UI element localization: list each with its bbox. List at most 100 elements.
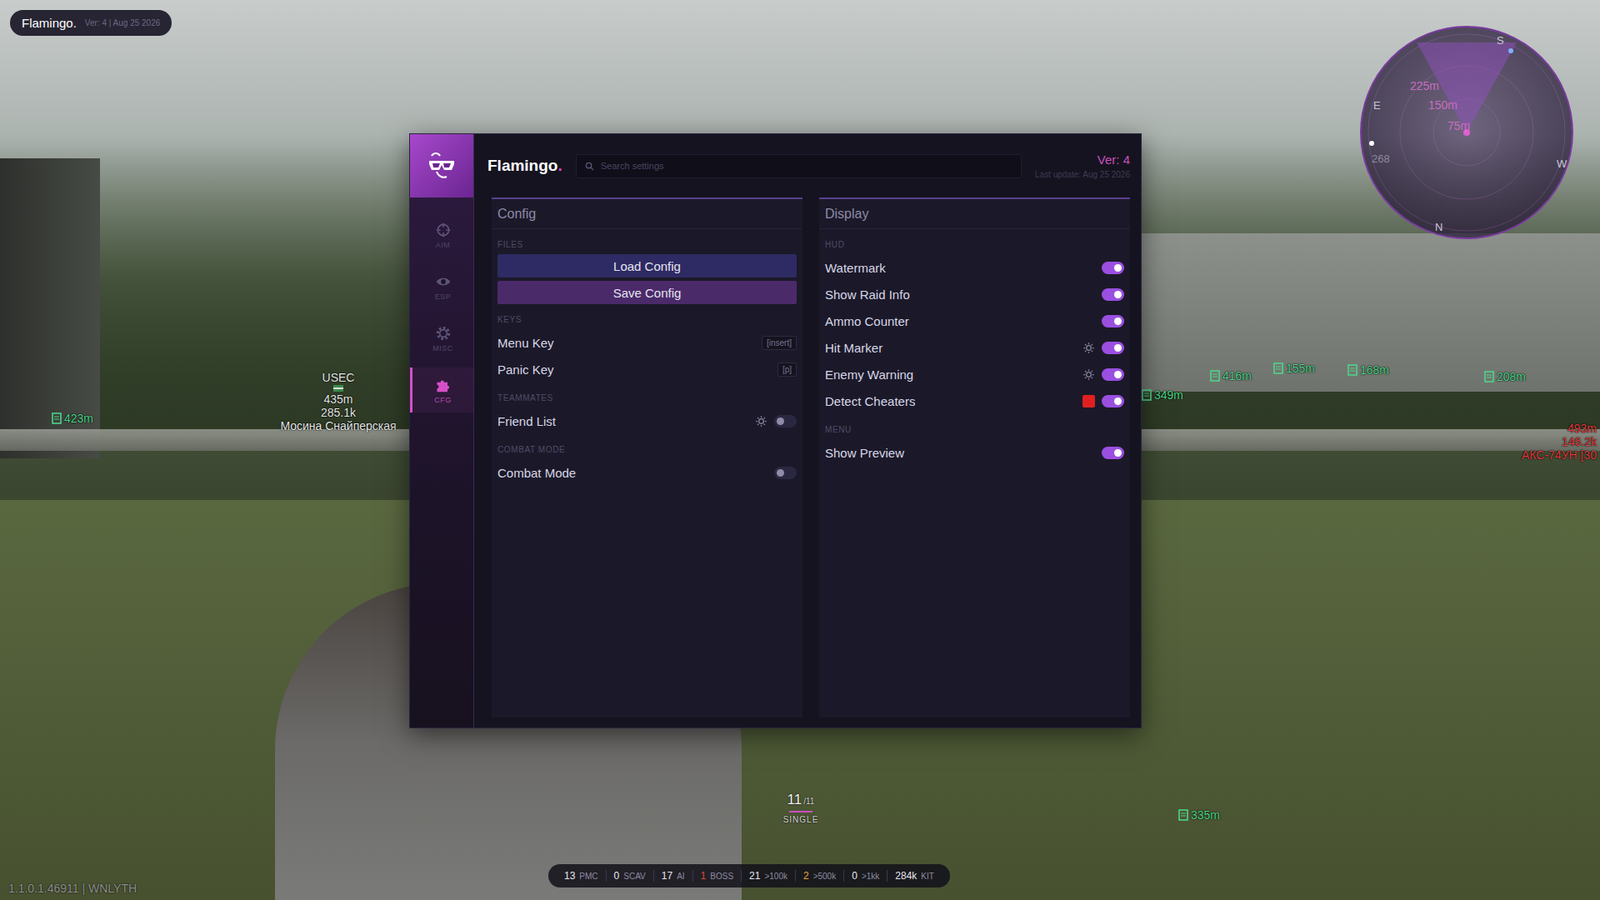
sidebar-label: CFG: [434, 395, 452, 405]
sidebar-label: AIM: [435, 240, 451, 250]
ammo-count: 11/11: [787, 791, 815, 809]
cheat-menu-window: AIM ESP MISC CFG Flamingo. Ver: 4Last update:…: [409, 133, 1142, 729]
stat-label: BOSS: [710, 871, 734, 881]
setting-controls: [1101, 315, 1125, 328]
settings-sun-icon[interactable]: [1082, 341, 1095, 355]
toggle-knob: [1114, 317, 1122, 325]
loot-distance: 208m: [1496, 370, 1526, 384]
fire-mode: SINGLE: [783, 815, 820, 825]
toggle-knob: [1114, 449, 1122, 457]
raid-stat: 0SCAV: [605, 870, 654, 882]
radar-range-label: 75m: [1447, 119, 1470, 133]
menu-title: Flamingo.: [487, 156, 563, 175]
toggle-switch[interactable]: [1101, 341, 1125, 355]
setting-label: Menu Key: [497, 335, 555, 350]
build-version: 1.1.0.1.46911 | WNLYTH: [8, 881, 137, 895]
settings-sun-icon[interactable]: [755, 415, 768, 428]
keybind[interactable]: [p]: [777, 362, 797, 377]
settings-sun-icon[interactable]: [1082, 368, 1095, 381]
toggle-switch[interactable]: [1101, 395, 1125, 408]
setting-controls: [1101, 288, 1125, 301]
title-dot: .: [557, 156, 562, 175]
setting-label: Show Raid Info: [825, 287, 910, 302]
setting-row: Enemy Warning: [825, 360, 1125, 388]
watermark: Flamingo.Ver: 4 | Aug 25 2026: [10, 10, 172, 36]
ammo-current: 11: [787, 791, 803, 809]
stat-value: 284k: [895, 870, 917, 882]
toggle-switch[interactable]: [1101, 446, 1125, 460]
loot-distance: 349m: [1154, 388, 1184, 402]
toggle-switch[interactable]: [1101, 315, 1125, 328]
panel-body: HUDWatermarkShow Raid InfoAmmo CounterHi…: [819, 229, 1130, 466]
sidebar-item[interactable]: CFG: [410, 367, 474, 413]
panel-header: Config: [491, 199, 803, 230]
sidebar-item[interactable]: ESP: [410, 264, 474, 310]
setting-label: Hit Marker: [825, 340, 883, 355]
setting-label: Detect Cheaters: [825, 394, 915, 409]
setting-controls: [1101, 261, 1125, 275]
loot-marker: 208m: [1484, 370, 1526, 384]
setting-controls: [1082, 395, 1125, 408]
color-swatch[interactable]: [1082, 395, 1095, 408]
loot-icon: [1210, 370, 1220, 382]
setting-row: Menu Key [insert]: [497, 329, 797, 356]
stat-value: 0: [851, 870, 858, 882]
radar: 225m150m75mSEWN268: [1360, 25, 1574, 240]
section-heading: KEYS: [497, 314, 797, 326]
toggle-switch[interactable]: [774, 415, 797, 428]
sidebar-item[interactable]: AIM: [410, 212, 474, 258]
setting-controls: [p]: [777, 362, 797, 377]
sidebar-items: AIM ESP MISC CFG: [410, 197, 474, 413]
loot-distance: 155m: [1285, 361, 1315, 375]
loot-icon: [1347, 364, 1358, 376]
search-input[interactable]: [599, 160, 1013, 172]
loot-icon: [1141, 389, 1152, 401]
loot-marker: 155m: [1273, 361, 1315, 375]
stat-value: 1: [700, 870, 707, 882]
stat-label: SCAV: [623, 871, 646, 881]
setting-row: Combat Mode: [497, 459, 797, 486]
stat-label: >100k: [764, 871, 788, 881]
section-heading: FILES: [497, 239, 797, 251]
setting-row: Show Raid Info: [825, 280, 1125, 308]
toggle-switch[interactable]: [774, 466, 797, 480]
toggle-switch[interactable]: [1101, 368, 1125, 381]
setting-row: Friend List: [497, 407, 797, 435]
toggle-knob: [1114, 344, 1122, 352]
loot-distance: 168m: [1360, 363, 1390, 377]
title-text: Flamingo: [487, 156, 558, 175]
raid-stat: 2>500k: [795, 870, 844, 882]
panel-title: Display: [825, 206, 869, 221]
toggle-knob: [776, 469, 785, 477]
sidebar-label: ESP: [435, 292, 452, 301]
loot-icon: [1178, 809, 1189, 821]
radar-direction: N: [1435, 220, 1443, 234]
setting-controls: [755, 415, 797, 428]
enemy-weapon: АКС-74УН [30: [1521, 448, 1597, 462]
toggle-switch[interactable]: [1101, 288, 1125, 301]
last-update: Last update: Aug 25 2026: [1035, 170, 1130, 180]
radar-bearing: 268: [1371, 152, 1390, 165]
setting-label: Show Preview: [825, 445, 905, 460]
config-button[interactable]: Load Config: [497, 254, 797, 278]
config-button[interactable]: Save Config: [497, 280, 797, 305]
loot-icon: [51, 412, 62, 425]
section-heading: HUD: [825, 239, 1125, 251]
watermark-title: Flamingo.: [21, 15, 77, 30]
raid-stat: 0>1kk: [843, 870, 887, 882]
toggle-switch[interactable]: [1101, 261, 1125, 275]
raid-stat: 1BOSS: [692, 870, 741, 882]
version-info: Ver: 4Last update: Aug 25 2026: [1035, 152, 1130, 180]
search-box[interactable]: [575, 154, 1022, 179]
sidebar-item[interactable]: MISC: [410, 315, 474, 361]
section-heading: TEAMMATES: [497, 392, 797, 405]
enemy-value: 146.2k: [1561, 435, 1597, 449]
stat-label: >1kk: [861, 871, 880, 881]
radar-direction: S: [1496, 34, 1505, 47]
stat-label: >500k: [813, 871, 837, 881]
logo: [410, 134, 474, 198]
toggle-knob: [1114, 290, 1122, 299]
stat-value: 13: [564, 870, 575, 882]
keybind[interactable]: [insert]: [761, 335, 797, 350]
raid-stat: 284kKIT: [886, 870, 942, 882]
